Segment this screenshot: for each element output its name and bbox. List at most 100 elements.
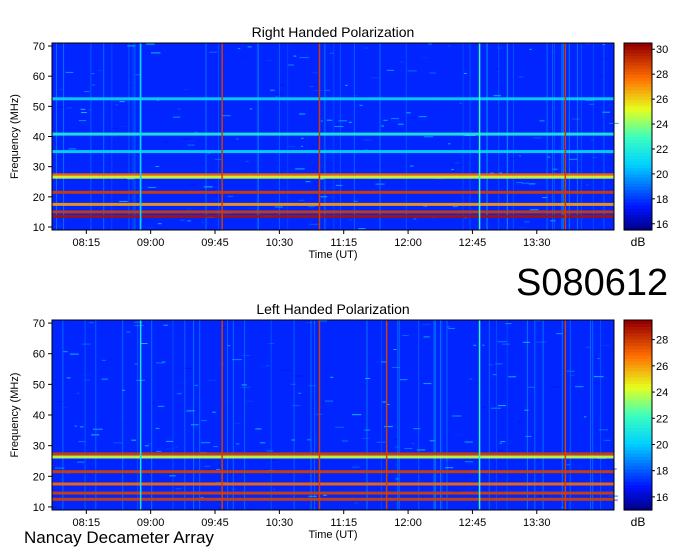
noise-speck: [352, 466, 360, 468]
noise-streak: [590, 320, 592, 510]
noise-speck: [448, 327, 455, 329]
noise-speck: [63, 351, 68, 353]
noise-speck: [381, 166, 388, 168]
y-tick-label: 30: [33, 162, 45, 174]
noise-speck: [423, 336, 430, 338]
interference-line: [478, 320, 481, 510]
noise-speck: [566, 370, 575, 372]
noise-speck: [249, 349, 253, 351]
noise-speck: [68, 148, 77, 150]
colorbar-tick-label: 20: [656, 439, 668, 451]
noise-speck: [235, 443, 240, 445]
noise-speck: [77, 461, 85, 463]
noise-speck: [608, 495, 619, 497]
noise-speck: [308, 206, 316, 208]
noise-streak: [90, 43, 92, 230]
y-tick-label: 10: [33, 502, 45, 514]
noise-speck: [326, 119, 333, 121]
noise-speck: [177, 108, 181, 110]
emission-band: [52, 482, 614, 486]
interference-line: [139, 43, 142, 230]
noise-speck: [408, 117, 417, 119]
noise-speck: [454, 434, 464, 436]
noise-speck: [237, 48, 241, 50]
noise-streak: [287, 43, 289, 230]
noise-streak: [446, 320, 448, 510]
noise-speck: [95, 207, 99, 209]
noise-speck: [117, 417, 125, 419]
colorbar-tick-label: 28: [656, 335, 668, 347]
noise-speck: [518, 76, 524, 78]
noise-speck: [190, 424, 199, 426]
noise-speck: [341, 440, 349, 442]
colorbar-tick-label: 22: [656, 144, 668, 156]
noise-speck: [162, 361, 166, 363]
noise-speck: [539, 120, 545, 122]
emission-band: [52, 190, 614, 194]
emission-band: [52, 455, 614, 459]
noise-speck: [575, 386, 584, 388]
noise-speck: [200, 87, 209, 89]
noise-speck: [447, 143, 451, 145]
noise-streak: [498, 43, 500, 230]
noise-speck: [384, 426, 393, 428]
noise-speck: [126, 331, 131, 333]
spectrogram-background: [52, 43, 614, 230]
noise-speck: [335, 184, 343, 186]
noise-speck: [393, 349, 397, 350]
noise-speck: [216, 381, 222, 383]
noise-speck: [501, 343, 511, 345]
emission-band: [52, 491, 614, 495]
noise-speck: [552, 168, 558, 170]
noise-speck: [522, 341, 530, 343]
colorbar-label: dB: [631, 235, 646, 249]
noise-speck: [247, 46, 252, 48]
noise-speck: [484, 394, 488, 396]
noise-speck: [571, 118, 581, 120]
y-tick-label: 20: [33, 192, 45, 204]
colorbar-tick-label: 16: [656, 492, 668, 504]
noise-streak: [506, 320, 508, 510]
noise-speck: [528, 183, 536, 185]
panel-title: Right Handed Polarization: [252, 24, 415, 40]
noise-streak: [227, 320, 228, 510]
noise-speck: [524, 221, 530, 223]
y-tick-label: 60: [33, 71, 45, 83]
noise-speck: [90, 434, 100, 436]
noise-speck: [335, 426, 345, 428]
noise-speck: [112, 135, 118, 137]
noise-speck: [187, 220, 192, 222]
noise-streak: [441, 320, 443, 510]
colorbar-tick-label: 26: [656, 361, 668, 373]
noise-speck: [56, 401, 63, 403]
noise-speck: [497, 405, 506, 407]
noise-speck: [334, 126, 344, 127]
noise-speck: [82, 374, 92, 376]
noise-speck: [498, 450, 503, 452]
noise-speck: [301, 137, 304, 139]
noise-speck: [400, 69, 403, 71]
noise-speck: [452, 206, 458, 208]
colorbar-tick-label: 28: [656, 69, 668, 81]
noise-speck: [282, 321, 286, 323]
observation-id: S080612: [516, 262, 669, 304]
noise-speck: [464, 461, 474, 463]
noise-speck: [81, 112, 87, 113]
noise-speck: [424, 136, 434, 138]
noise-speck: [598, 58, 608, 60]
noise-streak: [366, 320, 368, 510]
noise-speck: [151, 52, 161, 54]
noise-speck: [411, 443, 415, 444]
noise-speck: [79, 426, 84, 428]
colorbar-tick-label: 16: [656, 219, 668, 231]
noise-speck: [361, 420, 365, 422]
noise-streak: [205, 43, 207, 230]
noise-speck: [363, 139, 372, 141]
noise-speck: [187, 144, 195, 146]
colorbar-tick-label: 22: [656, 413, 668, 425]
noise-speck: [157, 223, 162, 225]
noise-speck: [420, 335, 424, 337]
noise-streak: [398, 320, 400, 510]
noise-speck: [301, 145, 304, 147]
noise-speck: [503, 120, 506, 122]
